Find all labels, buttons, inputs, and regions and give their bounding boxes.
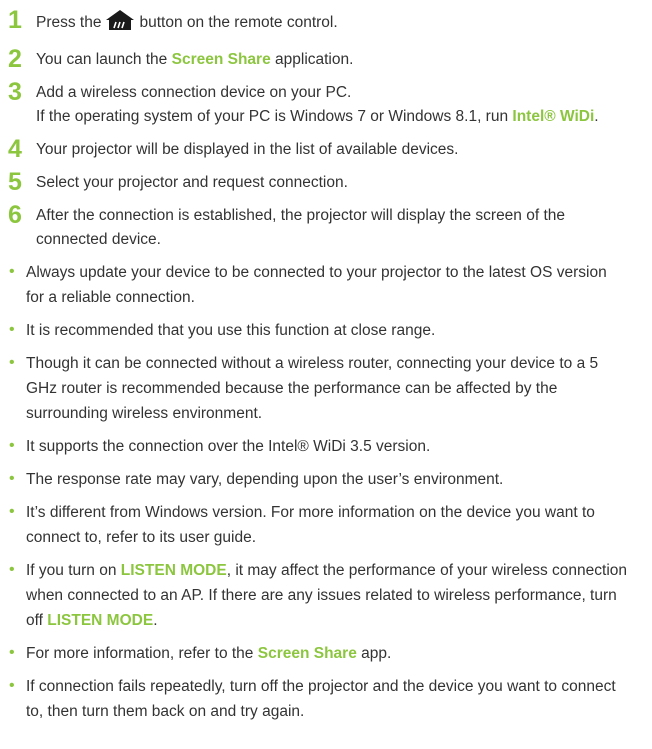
note-text: If connection fails repeatedly, turn off… <box>26 678 616 720</box>
bullet-icon: • <box>9 644 15 661</box>
note-item: • It is recommended that you use this fu… <box>8 318 628 343</box>
note-item: • It supports the connection over the In… <box>8 434 628 459</box>
bullet-icon: • <box>9 321 15 338</box>
step-4: 4 Your projector will be displayed in th… <box>8 137 628 162</box>
note-item: • If you turn on LISTEN MODE, it may aff… <box>8 558 628 633</box>
note-text: Though it can be connected without a wir… <box>26 355 599 422</box>
bullet-icon: • <box>9 470 15 487</box>
step-6: 6 After the connection is established, t… <box>8 203 628 252</box>
bullet-icon: • <box>9 677 15 694</box>
step-text: After the connection is established, the… <box>36 207 566 248</box>
note-item: • Though it can be connected without a w… <box>8 351 628 426</box>
note-item: • If connection fails repeatedly, turn o… <box>8 674 628 724</box>
bullet-icon: • <box>9 354 15 371</box>
note-text: It supports the connection over the Inte… <box>26 438 431 455</box>
step-text: Press the button on the remote control. <box>36 8 338 39</box>
manual-page: 1 Press the button on the remote control.… <box>0 0 652 749</box>
home-icon <box>105 9 135 39</box>
note-text: It’s different from Windows version. For… <box>26 504 595 546</box>
note-item: • Always update your device to be connec… <box>8 260 628 310</box>
step-number: 5 <box>8 168 22 196</box>
note-text: The response rate may vary, depending up… <box>26 471 504 488</box>
step-text: You can launch the Screen Share applicat… <box>36 51 354 68</box>
step-2: 2 You can launch the Screen Share applic… <box>8 47 628 72</box>
step-number: 1 <box>8 6 22 34</box>
bullet-icon: • <box>9 437 15 454</box>
step-number: 4 <box>8 135 22 163</box>
step-number: 2 <box>8 45 22 73</box>
bullet-icon: • <box>9 503 15 520</box>
note-text: Always update your device to be connecte… <box>26 264 607 306</box>
step-number: 3 <box>8 78 22 106</box>
bullet-icon: • <box>9 263 15 280</box>
step-text: Your projector will be displayed in the … <box>36 141 459 158</box>
note-item: • For more information, refer to the Scr… <box>8 641 628 666</box>
step-3: 3 Add a wireless connection device on yo… <box>8 80 628 129</box>
step-number: 6 <box>8 201 22 229</box>
mode-name-highlight: LISTEN MODE <box>47 612 154 629</box>
note-item: • The response rate may vary, depending … <box>8 467 628 492</box>
note-text: It is recommended that you use this func… <box>26 322 436 339</box>
step-text: Add a wireless connection device on your… <box>36 84 599 125</box>
app-name-highlight: Intel® WiDi <box>512 108 595 125</box>
notes-list: • Always update your device to be connec… <box>8 260 628 724</box>
bullet-icon: • <box>9 561 15 578</box>
app-name-highlight: Screen Share <box>257 645 357 662</box>
note-text: If you turn on LISTEN MODE, it may affec… <box>26 562 628 629</box>
step-text: Select your projector and request connec… <box>36 174 348 191</box>
step-5: 5 Select your projector and request conn… <box>8 170 628 195</box>
step-1: 1 Press the button on the remote control. <box>8 8 628 39</box>
steps-list: 1 Press the button on the remote control.… <box>8 0 628 252</box>
note-text: For more information, refer to the Scree… <box>26 645 392 662</box>
mode-name-highlight: LISTEN MODE <box>120 562 227 579</box>
note-item: • It’s different from Windows version. F… <box>8 500 628 550</box>
app-name-highlight: Screen Share <box>171 51 271 68</box>
